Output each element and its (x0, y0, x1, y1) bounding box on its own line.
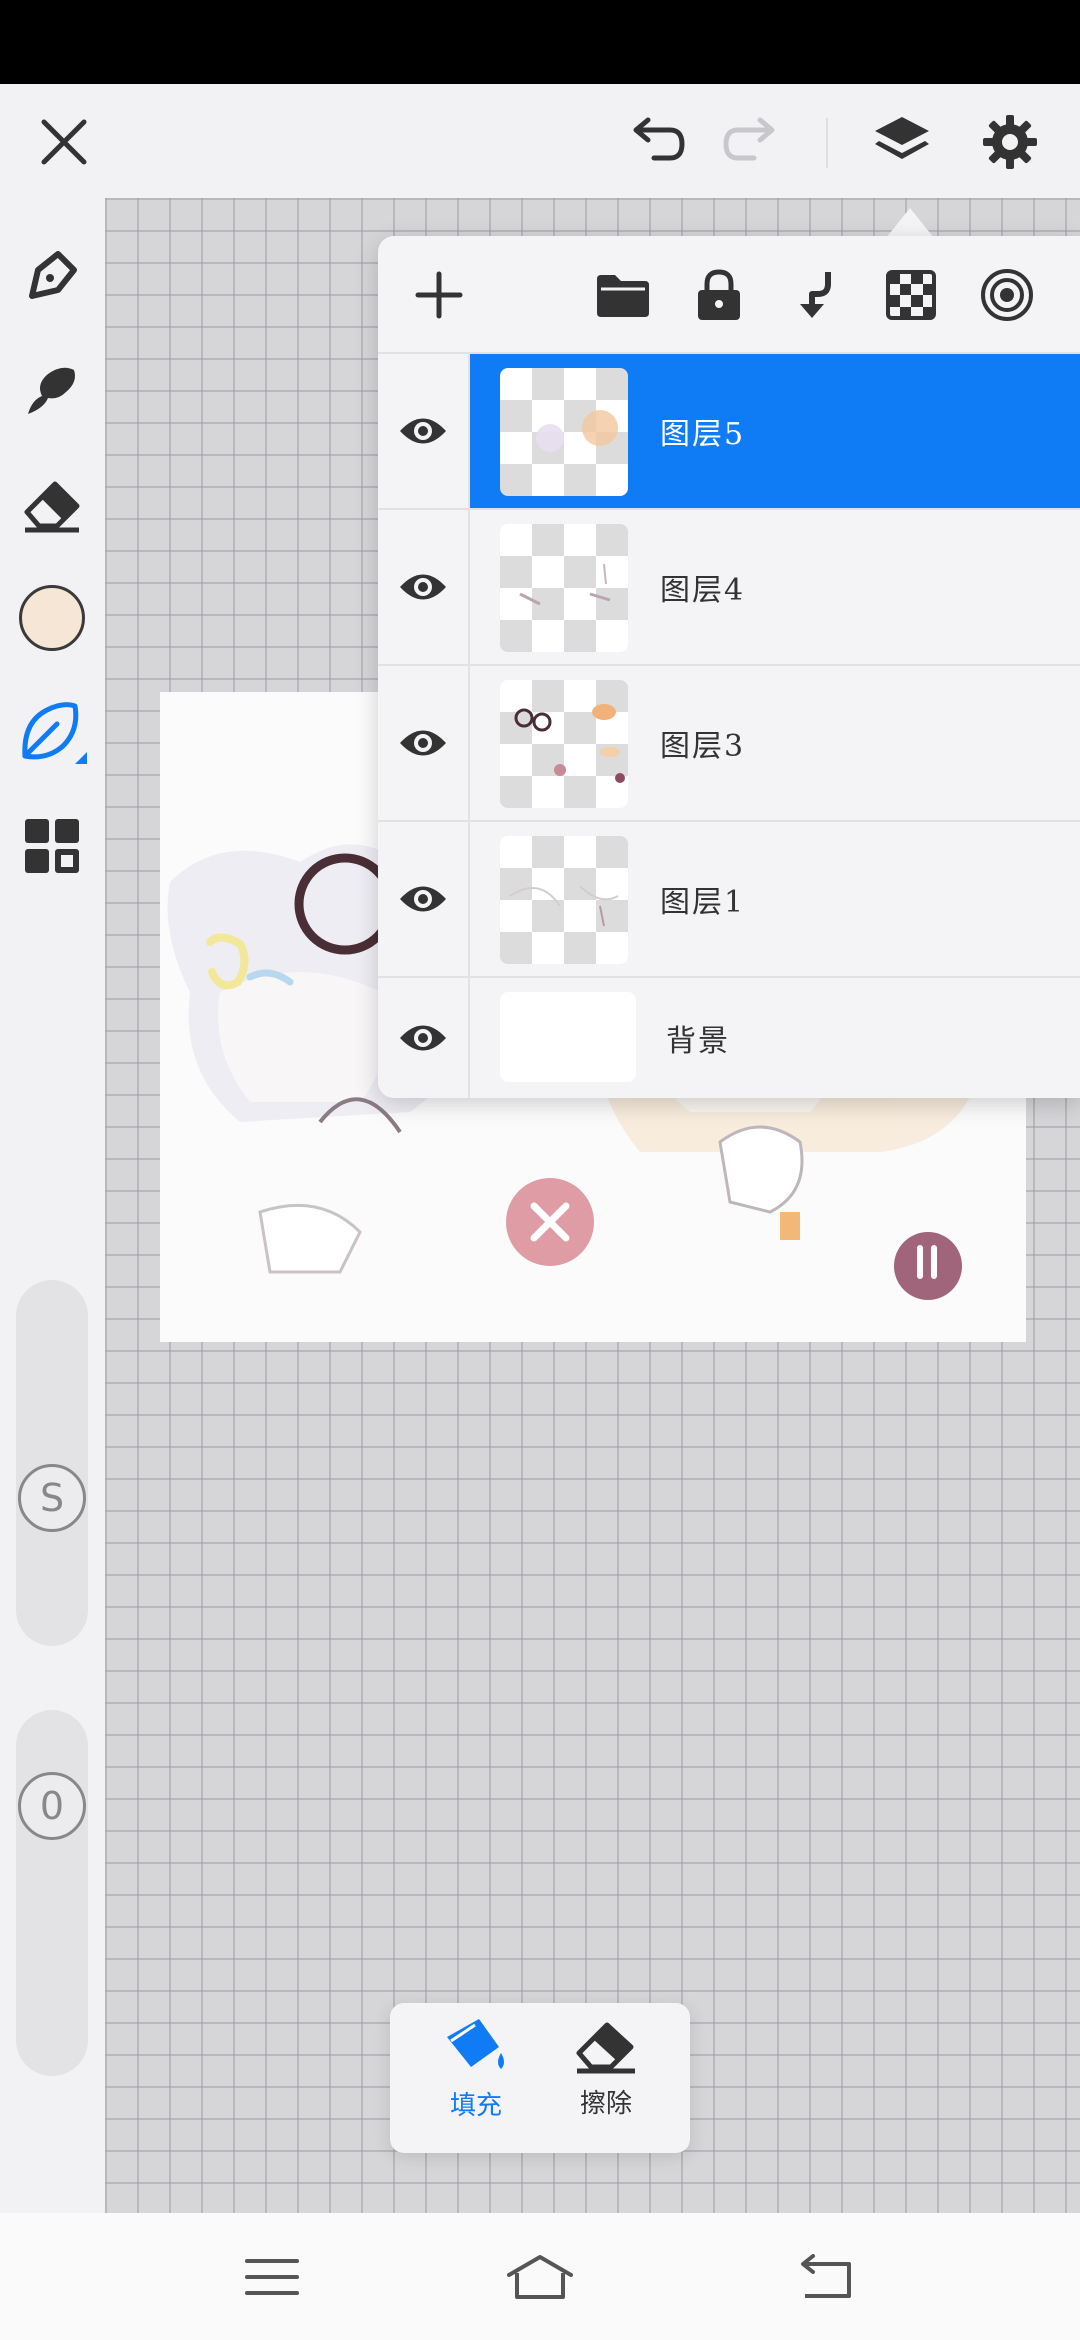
layer-thumbnail (500, 680, 628, 808)
eye-icon (400, 418, 446, 444)
pencil-icon (29, 251, 77, 299)
layers-button[interactable] (866, 106, 938, 178)
transparency-lock-button[interactable] (880, 264, 942, 326)
opacity-knob[interactable]: 0 (18, 1772, 86, 1840)
layer-row[interactable]: 图层1 (378, 822, 1080, 978)
brush-size-knob[interactable]: S (18, 1464, 86, 1532)
settings-button[interactable] (974, 106, 1046, 178)
visibility-toggle[interactable] (378, 354, 470, 508)
layers-panel: 图层5 图层4 图层3 图层1 背景 (378, 236, 1080, 1098)
layer-row[interactable]: 背景 (378, 978, 1080, 1098)
undo-button[interactable] (620, 106, 692, 178)
redo-icon (723, 117, 775, 161)
home-button[interactable] (500, 2237, 580, 2317)
layer-name: 图层4 (660, 573, 746, 608)
eraser-icon (576, 2022, 635, 2074)
pencil-tool-button[interactable] (16, 240, 88, 312)
visibility-toggle[interactable] (378, 978, 470, 1098)
merge-down-button[interactable] (784, 264, 846, 326)
redo-button[interactable] (716, 106, 788, 178)
eye-icon (400, 574, 446, 600)
back-icon (801, 2254, 851, 2298)
layer-body[interactable]: 图层4 (470, 510, 1080, 664)
smudge-brush-icon (28, 367, 75, 414)
lock-layer-button[interactable] (688, 264, 750, 326)
layer-name: 图层5 (660, 417, 746, 452)
top-toolbar (0, 84, 1080, 198)
brush-size-slider[interactable]: S (16, 1280, 88, 1646)
gear-icon (983, 115, 1037, 169)
fill-erase-popup: 填充 擦除 (390, 2003, 690, 2153)
add-icon (415, 271, 463, 319)
transparency-icon (886, 270, 936, 320)
layer-body[interactable]: 图层1 (470, 822, 1080, 976)
add-layer-button[interactable] (408, 264, 470, 326)
fill-leaf-icon (22, 702, 87, 764)
eraser-tool-button[interactable] (16, 468, 88, 540)
undo-icon (633, 117, 685, 161)
eye-icon (400, 886, 446, 912)
layer-body[interactable]: 背景 (470, 978, 1080, 1098)
layer-row[interactable]: 图层3 (378, 666, 1080, 822)
layer-row[interactable]: 图层4 (378, 510, 1080, 666)
erase-option[interactable]: 擦除 (546, 2015, 666, 2145)
layers-toolbar (378, 236, 1080, 354)
erase-label: 擦除 (579, 2089, 632, 2119)
layer-thumbnail (500, 836, 628, 964)
layer-name: 图层1 (660, 885, 746, 920)
status-bar (0, 0, 1080, 84)
smudge-tool-button[interactable] (16, 354, 88, 426)
layer-name: 背景 (666, 1024, 730, 1059)
layer-body[interactable]: 图层3 (470, 666, 1080, 820)
layer-body[interactable]: 图层5 (470, 354, 1080, 508)
more-tools-button[interactable] (16, 810, 88, 882)
blend-mode-button[interactable] (976, 264, 1038, 326)
visibility-toggle[interactable] (378, 666, 470, 820)
layers-icon (875, 117, 929, 159)
paint-bucket-icon (447, 2019, 504, 2069)
fill-option[interactable]: 填充 (416, 2015, 536, 2145)
recent-apps-button[interactable] (232, 2237, 312, 2317)
layer-thumbnail (500, 524, 628, 652)
system-nav-bar (0, 2213, 1080, 2340)
eye-icon (400, 1025, 446, 1051)
lock-icon (698, 269, 740, 320)
left-toolbar: S 0 (0, 198, 105, 2213)
back-button[interactable] (784, 2237, 864, 2317)
visibility-toggle[interactable] (378, 822, 470, 976)
layers-panel-pointer (886, 208, 934, 238)
layer-row[interactable]: 图层5 (378, 354, 1080, 510)
grid-menu-icon (25, 819, 79, 873)
fill-label: 填充 (449, 2091, 502, 2121)
eye-icon (400, 730, 446, 756)
new-folder-button[interactable] (592, 264, 654, 326)
eraser-icon (24, 481, 80, 533)
folder-icon (597, 275, 649, 317)
toolbar-divider (826, 118, 828, 168)
layer-name: 图层3 (660, 729, 746, 764)
layer-thumbnail (500, 992, 636, 1082)
fill-tool-button[interactable] (16, 696, 88, 768)
blend-icon (981, 269, 1033, 321)
current-color-swatch (19, 585, 85, 651)
home-icon (507, 2255, 573, 2299)
layer-thumbnail (500, 368, 628, 496)
color-picker-button[interactable] (16, 582, 88, 654)
close-button[interactable] (28, 106, 100, 178)
opacity-slider[interactable]: 0 (16, 1710, 88, 2076)
menu-icon (245, 2259, 299, 2295)
visibility-toggle[interactable] (378, 510, 470, 664)
close-icon (41, 119, 87, 165)
merge-down-icon (800, 272, 831, 318)
